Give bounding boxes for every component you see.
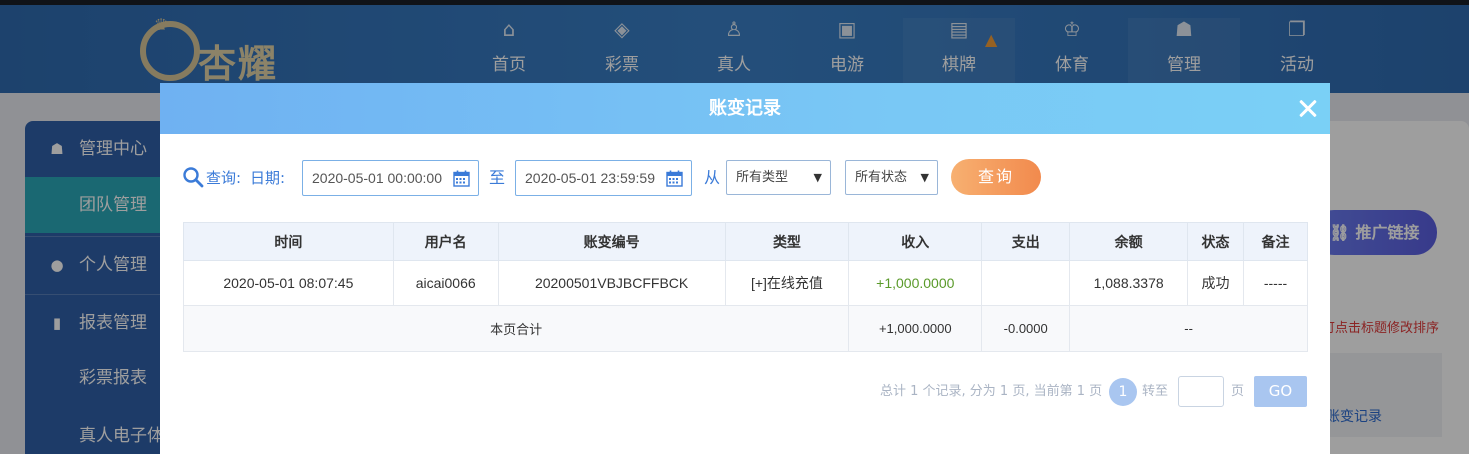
- calendar-icon[interactable]: [453, 170, 470, 187]
- column-header-time[interactable]: 时间: [183, 222, 394, 261]
- page-suffix: 页: [1231, 384, 1245, 399]
- chevron-down-icon: ▼: [920, 171, 929, 184]
- cell-type: [+]在线充值: [724, 260, 850, 306]
- column-header-remark[interactable]: 备注: [1243, 222, 1308, 261]
- end-date-input[interactable]: [525, 161, 665, 195]
- cell-remark: -----: [1243, 260, 1308, 306]
- cell-income: +1,000.0000: [848, 260, 983, 306]
- column-header-type[interactable]: 类型: [724, 222, 850, 261]
- cell-username: aicai0066: [392, 260, 499, 306]
- query-button[interactable]: 查询: [951, 159, 1041, 195]
- column-header-ledger-id[interactable]: 账变编号: [497, 222, 726, 261]
- page-jump-input[interactable]: [1178, 376, 1224, 407]
- cell-expense: [981, 260, 1071, 306]
- end-date-field[interactable]: [515, 160, 692, 196]
- type-select[interactable]: 所有类型 ▼: [726, 160, 831, 195]
- start-date-field[interactable]: [302, 160, 479, 196]
- status-select-value: 所有状态: [855, 170, 908, 185]
- cell-ledger-id: 20200501VBJBCFFBCK: [497, 260, 726, 306]
- search-icon: [183, 167, 204, 188]
- page-number-current[interactable]: 1: [1109, 378, 1137, 406]
- query-label: 查询:: [206, 169, 242, 187]
- summary-expense: -0.0000: [981, 305, 1071, 352]
- cell-balance: 1,088.3378: [1069, 260, 1189, 306]
- summary-rest: --: [1069, 305, 1308, 352]
- column-header-status[interactable]: 状态: [1187, 222, 1245, 261]
- calendar-icon[interactable]: [666, 170, 683, 187]
- cell-time: 2020-05-01 08:07:45: [183, 260, 394, 306]
- summary-label: 本页合计: [182, 305, 850, 352]
- column-header-balance[interactable]: 余额: [1069, 222, 1189, 261]
- to-label: 至: [489, 168, 506, 187]
- date-label: 日期:: [250, 169, 286, 187]
- ledger-table: 时间 用户名 账变编号 类型 收入 支出 余额 状态 备注 2020-05-01…: [182, 222, 1308, 352]
- close-button[interactable]: [1293, 94, 1323, 124]
- table-row: 2020-05-01 08:07:45 aicai0066 20200501VB…: [183, 260, 1308, 306]
- from-label: 从: [704, 168, 721, 187]
- go-button[interactable]: GO: [1254, 376, 1307, 407]
- table-header-row: 时间 用户名 账变编号 类型 收入 支出 余额 状态 备注: [183, 222, 1308, 261]
- column-header-expense[interactable]: 支出: [981, 222, 1071, 261]
- column-header-income[interactable]: 收入: [848, 222, 983, 261]
- summary-income: +1,000.0000: [848, 305, 983, 352]
- modal-title: 账变记录: [709, 98, 781, 119]
- page-info: 总计 1 个记录, 分为 1 页, 当前第 1 页: [880, 384, 1103, 399]
- goto-label: 转至: [1142, 384, 1169, 399]
- chevron-down-icon: ▼: [813, 171, 822, 184]
- status-select[interactable]: 所有状态 ▼: [845, 160, 938, 195]
- cell-status: 成功: [1187, 260, 1245, 306]
- ledger-modal: 账变记录 查询: 日期: 至 从 所有类型 ▼ 所有状态 ▼: [160, 83, 1330, 454]
- start-date-input[interactable]: [312, 161, 452, 195]
- type-select-value: 所有类型: [736, 170, 789, 185]
- column-header-username[interactable]: 用户名: [392, 222, 499, 261]
- summary-row: 本页合计 +1,000.0000 -0.0000 --: [182, 305, 1308, 352]
